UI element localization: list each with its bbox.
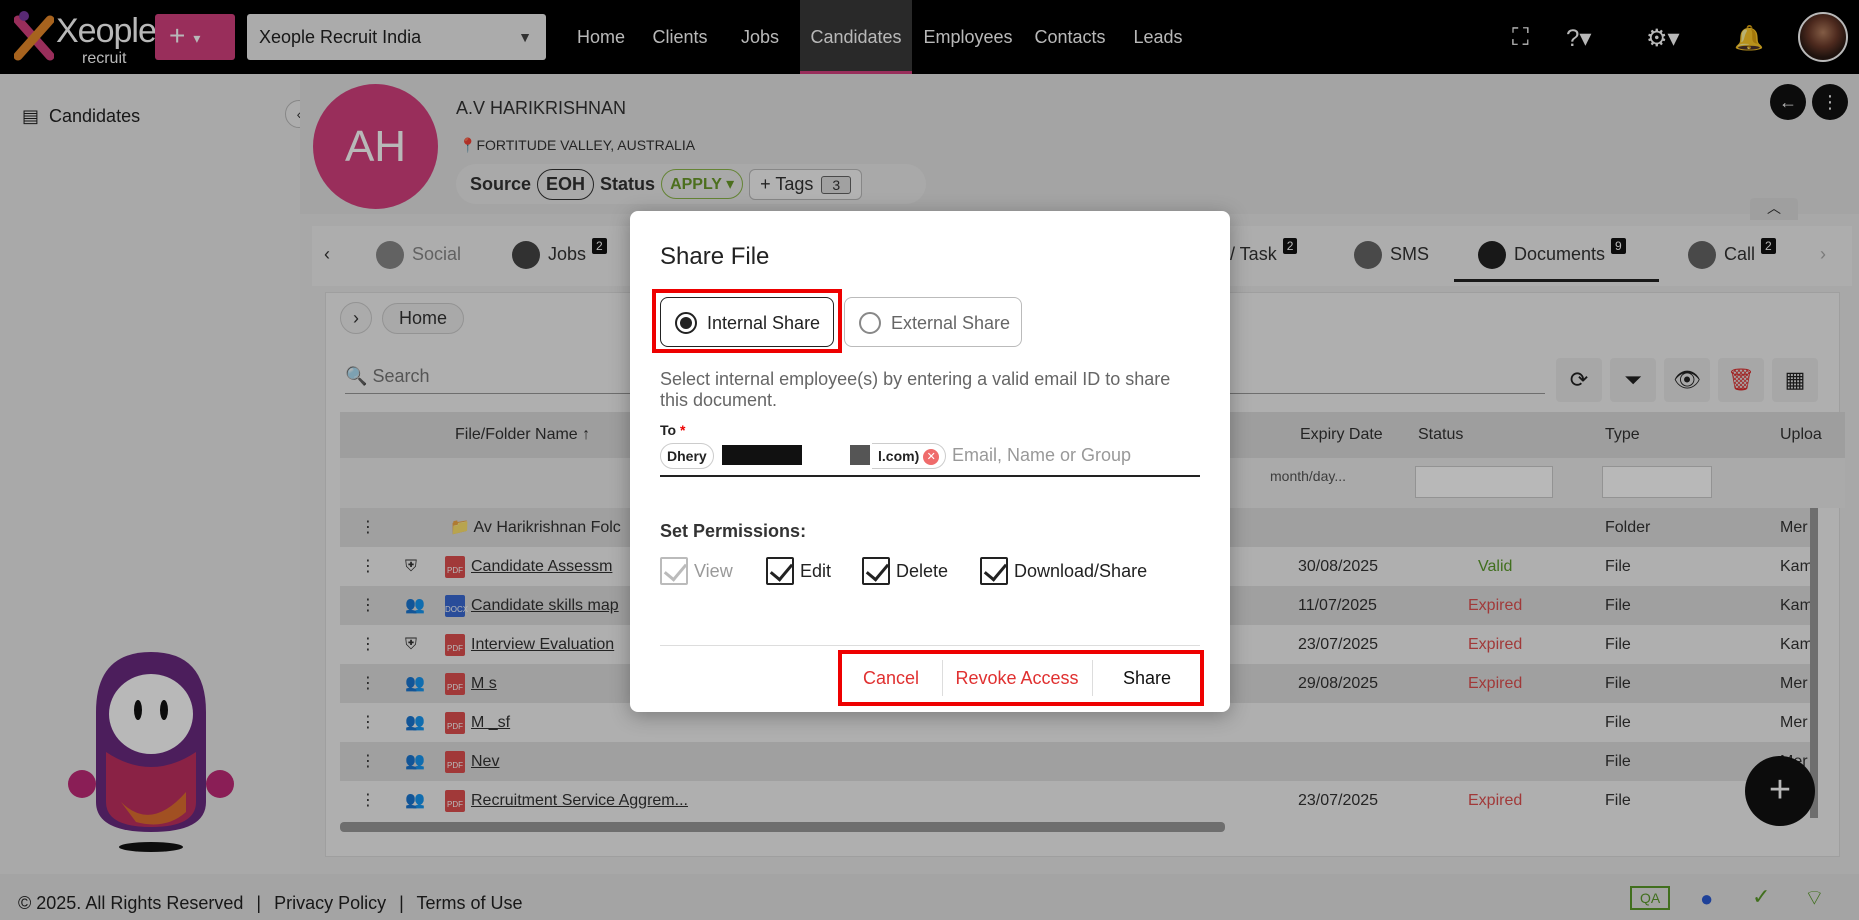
edit-checkbox[interactable]: Edit: [766, 557, 831, 585]
checkbox-checked-icon: [980, 557, 1008, 585]
revoke-access-button[interactable]: Revoke Access: [946, 656, 1088, 700]
edit-label: Edit: [800, 560, 832, 581]
button-divider: [942, 660, 943, 696]
cancel-button[interactable]: Cancel: [846, 656, 936, 700]
recipient-chip[interactable]: Dhery: [660, 443, 714, 469]
button-divider: [1092, 660, 1093, 696]
dialog-title: Share File: [660, 243, 770, 270]
internal-share-radio[interactable]: Internal Share: [660, 297, 834, 347]
permissions-label: Set Permissions:: [660, 521, 807, 541]
to-label: To *: [660, 422, 686, 438]
checkbox-checked-icon: [766, 557, 794, 585]
dialog-divider: [660, 645, 1200, 646]
chip-text-start: Dhery: [667, 448, 707, 464]
external-share-radio[interactable]: External Share: [844, 297, 1022, 347]
delete-checkbox[interactable]: Delete: [862, 557, 948, 585]
recipient-chip-end[interactable]: l.com) ✕: [872, 443, 947, 469]
to-label-text: To: [660, 422, 677, 438]
internal-share-label: Internal Share: [707, 313, 821, 333]
chip-text-end: l.com): [878, 448, 920, 464]
delete-label: Delete: [896, 560, 949, 581]
share-hint: Select internal employee(s) by entering …: [660, 369, 1171, 410]
redacted-block: [722, 445, 802, 465]
recipient-placeholder: Email, Name or Group: [952, 445, 1132, 465]
view-label: View: [694, 560, 733, 581]
redacted-block: [850, 445, 870, 465]
share-button[interactable]: Share: [1098, 656, 1196, 700]
share-file-dialog: Share File Internal Share External Share…: [630, 211, 1230, 712]
recipient-input[interactable]: Dhery l.com) ✕ Email, Name or Group: [660, 439, 1200, 477]
view-checkbox: View: [660, 557, 733, 585]
checkbox-checked-icon: [862, 557, 890, 585]
download-share-checkbox[interactable]: Download/Share: [980, 557, 1147, 585]
external-share-label: External Share: [891, 313, 1011, 333]
checkbox-checked-icon: [660, 557, 688, 585]
radio-selected-icon: [675, 312, 697, 334]
radio-unselected-icon: [859, 312, 881, 334]
remove-chip-icon[interactable]: ✕: [923, 449, 940, 466]
download-share-label: Download/Share: [1014, 560, 1148, 581]
